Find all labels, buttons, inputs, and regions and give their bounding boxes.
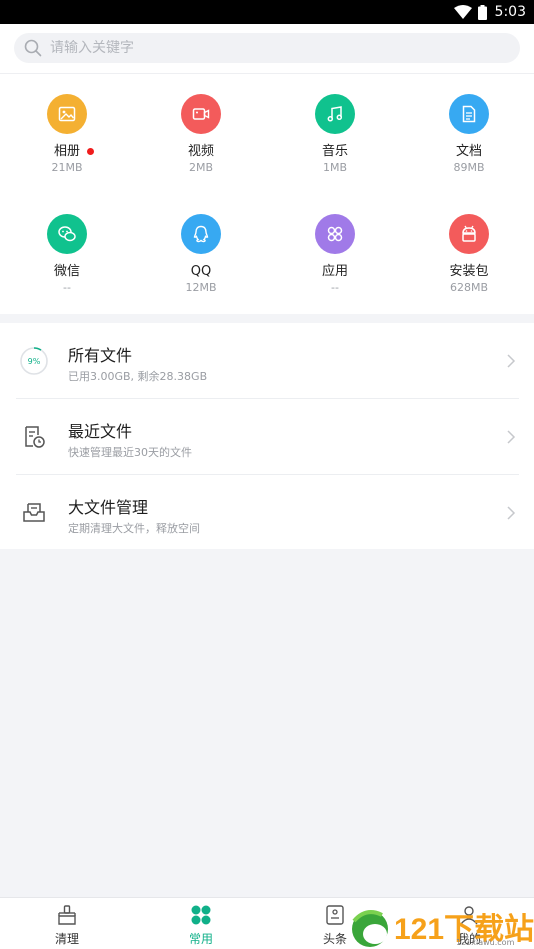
- storage-percent: 9%: [28, 357, 41, 366]
- category-wechat[interactable]: 微信 --: [0, 194, 134, 304]
- list-item-subtitle: 定期清理大文件，释放空间: [68, 522, 200, 535]
- inbox-tray-icon: [18, 497, 50, 529]
- news-icon: [326, 905, 344, 925]
- chevron-right-icon: [507, 354, 516, 368]
- chevron-right-icon: [507, 430, 516, 444]
- recent-files-item[interactable]: 最近文件 快速管理最近30天的文件: [0, 399, 534, 474]
- search-icon: [24, 39, 42, 57]
- wifi-icon: [453, 5, 472, 19]
- watermark-url: 121xiawu.com: [456, 938, 515, 947]
- category-name: QQ: [190, 264, 212, 279]
- category-packages[interactable]: 安装包 628MB: [402, 194, 534, 304]
- category-size: 21MB: [51, 161, 83, 174]
- search-area: [0, 24, 534, 74]
- nav-clean[interactable]: 清理: [0, 898, 134, 949]
- storage-ring-icon: 9%: [18, 345, 50, 377]
- qq-icon: [181, 214, 221, 254]
- category-qq[interactable]: QQ 12MB: [134, 194, 268, 304]
- watermark-logo-icon: 121下载站 121xiawu.com: [352, 910, 534, 947]
- broom-icon: [58, 905, 76, 925]
- category-name: 音乐: [321, 144, 348, 159]
- category-size: 89MB: [453, 161, 485, 174]
- nav-label: 清理: [54, 932, 79, 946]
- wechat-icon: [47, 214, 87, 254]
- search-input[interactable]: [50, 40, 490, 56]
- category-size: 628MB: [449, 281, 489, 294]
- android-icon: [449, 214, 489, 254]
- category-documents[interactable]: 文档 89MB: [402, 74, 534, 184]
- nav-label: 头条: [322, 932, 347, 946]
- status-bar: 5:03: [0, 0, 534, 24]
- grid-dots-icon: [191, 905, 211, 925]
- video-icon: [181, 94, 221, 134]
- category-grid: 相册 21MB 视频 2MB 音乐 1MB 文档 89MB 微信 -- QQ 1…: [0, 74, 534, 314]
- file-tools-list: 9% 所有文件 已用3.00GB, 剩余28.38GB 最近文件 快速管理最近3…: [0, 323, 534, 549]
- chevron-right-icon: [507, 506, 516, 520]
- nav-label: 常用: [188, 932, 213, 946]
- large-files-item[interactable]: 大文件管理 定期清理大文件，释放空间: [0, 475, 534, 550]
- category-videos[interactable]: 视频 2MB: [134, 74, 268, 184]
- apps-icon: [315, 214, 355, 254]
- list-item-title: 所有文件: [68, 346, 133, 365]
- nav-common[interactable]: 常用: [134, 898, 268, 949]
- notification-badge: [87, 148, 94, 155]
- status-time: 5:03: [494, 4, 526, 20]
- category-name: 文档: [455, 144, 482, 159]
- search-bar[interactable]: [14, 33, 520, 63]
- all-files-item[interactable]: 9% 所有文件 已用3.00GB, 剩余28.38GB: [0, 323, 534, 398]
- category-name: 微信: [53, 264, 80, 279]
- category-apps[interactable]: 应用 --: [268, 194, 402, 304]
- category-size: 12MB: [185, 281, 217, 294]
- list-item-title: 大文件管理: [68, 498, 149, 517]
- category-music[interactable]: 音乐 1MB: [268, 74, 402, 184]
- category-size: --: [63, 281, 71, 294]
- category-name: 安装包: [449, 264, 489, 279]
- photo-icon: [47, 94, 87, 134]
- battery-icon: [477, 4, 487, 20]
- list-item-subtitle: 已用3.00GB, 剩余28.38GB: [68, 370, 208, 383]
- category-photos[interactable]: 相册 21MB: [0, 74, 134, 184]
- category-size: --: [331, 281, 339, 294]
- category-size: 1MB: [322, 161, 348, 174]
- watermark: 121下载站 121xiawu.com: [348, 903, 534, 949]
- recent-file-icon: [18, 421, 50, 453]
- category-size: 2MB: [188, 161, 214, 174]
- music-icon: [315, 94, 355, 134]
- list-item-subtitle: 快速管理最近30天的文件: [68, 446, 192, 459]
- category-name: 相册: [54, 144, 94, 160]
- category-name: 视频: [187, 144, 214, 159]
- list-item-title: 最近文件: [68, 422, 133, 441]
- document-icon: [449, 94, 489, 134]
- category-name: 应用: [321, 264, 348, 279]
